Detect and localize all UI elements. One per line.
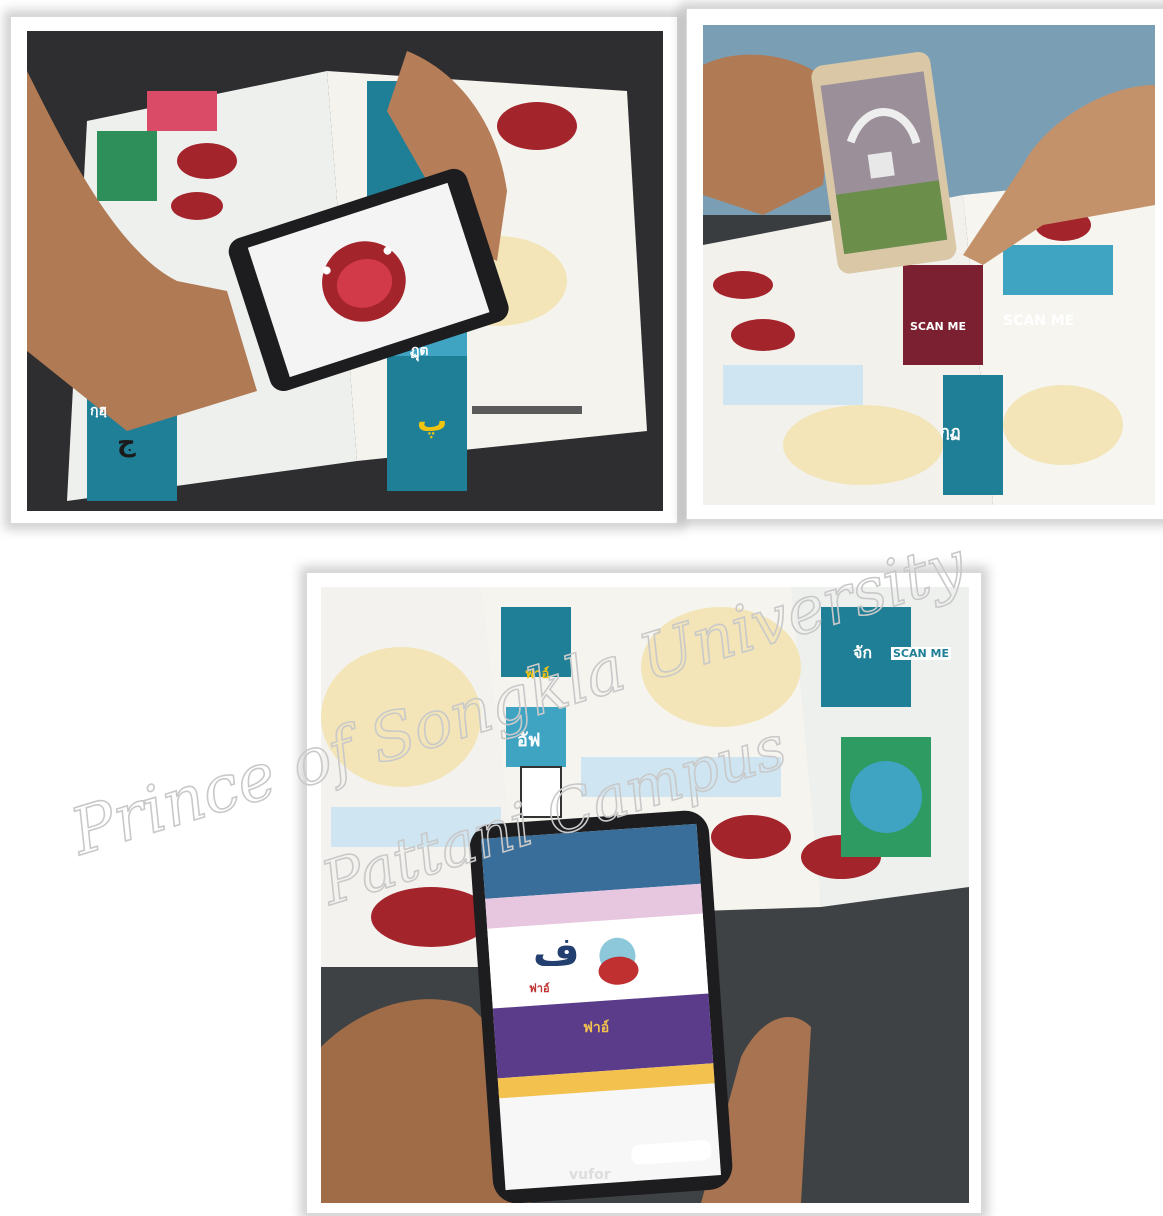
- photo-frame-bottom: SCAN ME ฟาอ์ อัฟ จัก ف ฟาอ์ ฟาอ์ vufor: [306, 572, 982, 1214]
- book-label-top-right-letter: กฺฏ: [940, 422, 961, 441]
- book-label-scan-me: SCAN ME: [891, 647, 952, 660]
- photo-top-right: SCAN ME: [703, 25, 1155, 505]
- book-label-top-left-2: ฏุต: [410, 343, 429, 359]
- book-label-jak: จัก: [853, 643, 873, 662]
- photo-bottom: SCAN ME ฟาอ์ อัฟ จัก ف ฟาอ์ ฟาอ์ vufor: [321, 587, 969, 1203]
- book-label-faa: ฟาอ์: [525, 667, 550, 682]
- book-label-af: อัฟ: [517, 730, 541, 751]
- photo-frame-top-left: ج پ: [10, 16, 678, 524]
- phone-brand-label: vufor: [569, 1167, 611, 1183]
- photo-top-left: ج پ: [27, 31, 663, 511]
- phone-screen-letter: ف: [533, 929, 580, 975]
- photo-frame-top-right: SCAN ME: [686, 8, 1163, 520]
- book-label-top-left-1: กฺฮฺ: [90, 403, 108, 419]
- phone-screen-banner: ฟาอ์: [583, 1020, 610, 1036]
- svg-text:ج: ج: [117, 428, 136, 458]
- svg-text:پ: پ: [417, 404, 447, 439]
- book-label-top-right-scan: SCAN ME: [910, 320, 967, 333]
- svg-text:SCAN ME: SCAN ME: [1003, 313, 1074, 329]
- phone-screen-caption: ฟาอ์: [529, 982, 550, 995]
